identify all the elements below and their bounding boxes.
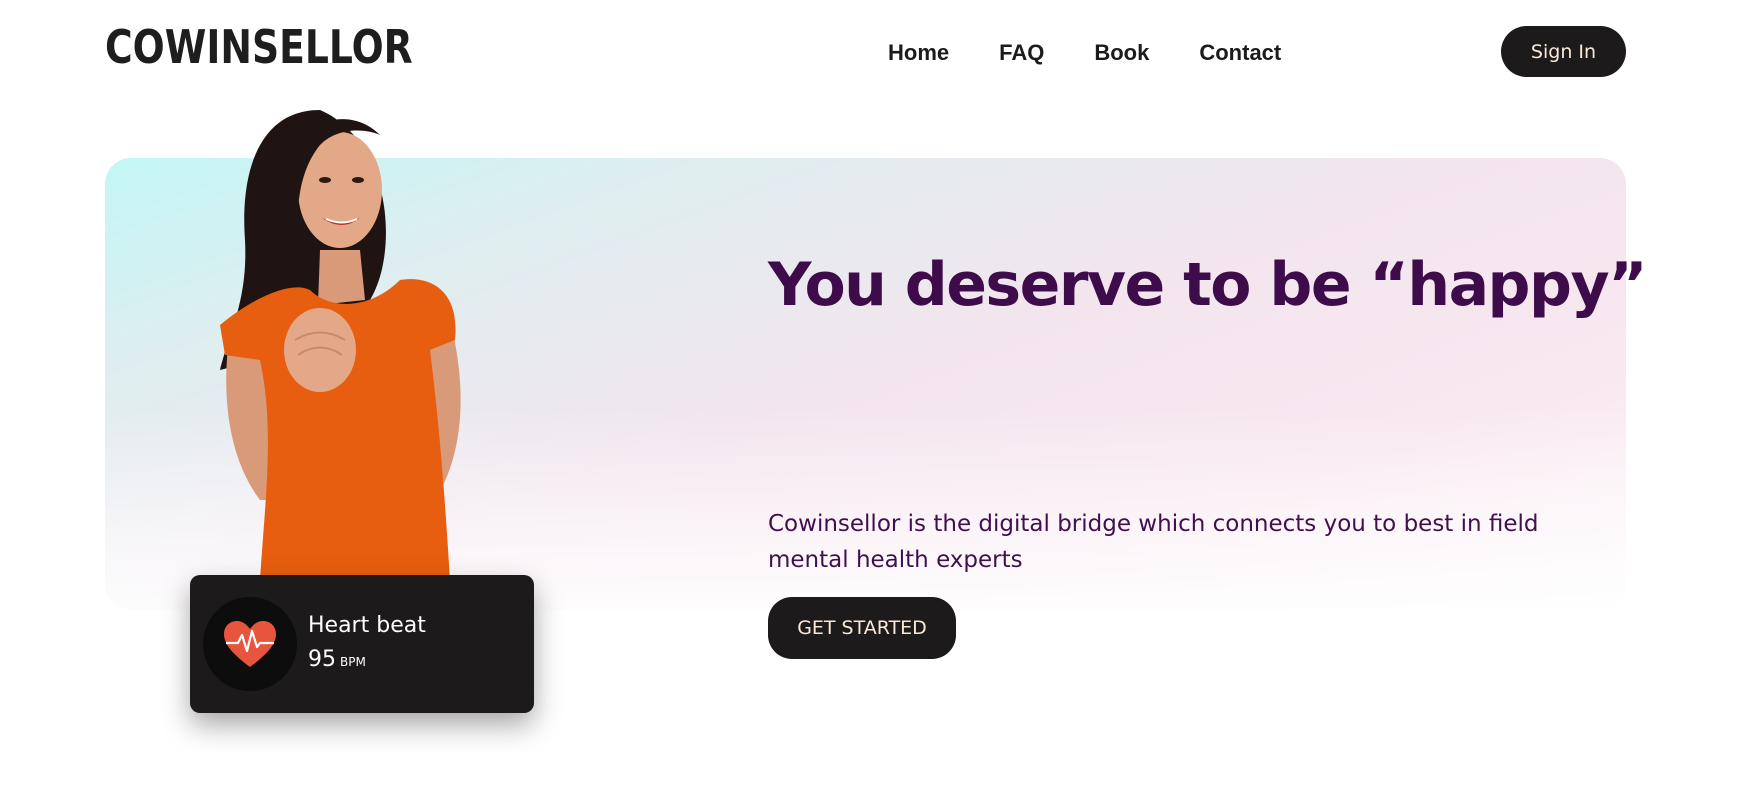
nav-link-book[interactable]: Book [1094,40,1149,66]
heart-beat-card: Heart beat 95 BPM [190,575,534,713]
heart-pulse-icon [224,621,276,667]
hero-headline: You deserve to be “happy” [768,250,1648,320]
hero-person-image [220,110,461,580]
landing-page: COWINSELLOR Home FAQ Book Contact Sign I… [0,0,1741,797]
heart-beat-value: 95 BPM [308,647,366,672]
nav-link-home[interactable]: Home [888,40,949,66]
get-started-button[interactable]: GET STARTED [768,597,956,659]
heart-beat-unit: BPM [340,655,366,669]
heart-beat-title: Heart beat [308,613,426,638]
heart-icon-container [203,597,297,691]
hero-description: Cowinsellor is the digital bridge which … [768,511,1539,573]
sign-in-button[interactable]: Sign In [1501,26,1626,77]
brand-logo[interactable]: COWINSELLOR [105,20,413,74]
nav-link-contact[interactable]: Contact [1199,40,1281,66]
heart-beat-number: 95 [308,647,336,672]
main-nav: Home FAQ Book Contact [888,40,1331,66]
nav-link-faq[interactable]: FAQ [999,40,1044,66]
